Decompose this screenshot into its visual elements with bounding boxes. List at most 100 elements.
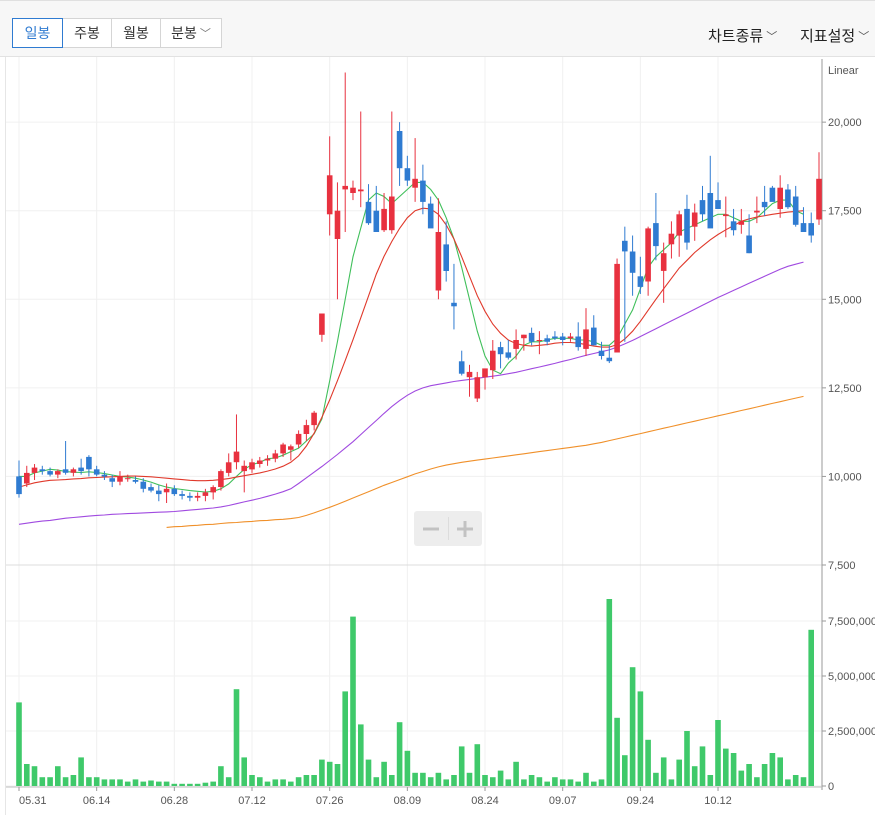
candle-body bbox=[505, 352, 512, 358]
candle-body bbox=[218, 471, 224, 487]
candle-body bbox=[458, 361, 465, 374]
candle-body bbox=[785, 189, 791, 208]
period-minute-dropdown[interactable]: 분봉 ﹀ bbox=[160, 18, 222, 48]
volume-axis-label: 0 bbox=[828, 781, 834, 793]
period-monthly-button[interactable]: 월봉 bbox=[111, 18, 161, 48]
volume-bar bbox=[70, 775, 77, 786]
candle-body bbox=[311, 412, 317, 426]
price-axis-label: 20,000 bbox=[828, 117, 862, 129]
candle-body bbox=[326, 175, 333, 215]
candle-body bbox=[598, 350, 605, 356]
candle-body bbox=[39, 469, 46, 472]
ma60-line bbox=[18, 261, 804, 525]
period-weekly-button[interactable]: 주봉 bbox=[62, 18, 112, 48]
date-axis-label: 07.26 bbox=[316, 795, 344, 807]
volume-bar bbox=[575, 781, 581, 786]
candle-body bbox=[132, 480, 139, 482]
minus-icon bbox=[422, 527, 439, 530]
candle-body bbox=[544, 338, 550, 342]
volume-bar bbox=[746, 764, 752, 786]
period-daily-button[interactable]: 일봉 bbox=[12, 18, 63, 48]
volume-bar bbox=[358, 724, 364, 786]
candle-body bbox=[31, 467, 38, 473]
chart-toolbar: 일봉 주봉 월봉 분봉 ﹀ 차트종류 ﹀ 지표설정 ﹀ bbox=[0, 0, 875, 57]
candle-body bbox=[249, 462, 255, 470]
candle-body bbox=[373, 210, 380, 232]
candle-body bbox=[738, 221, 745, 225]
period-daily-label: 일봉 bbox=[24, 25, 51, 41]
date-axis-label: 10.12 bbox=[704, 795, 732, 807]
volume-bar bbox=[513, 761, 519, 786]
scale-mode-label: Linear bbox=[828, 65, 859, 77]
indicator-settings-dropdown[interactable]: 지표설정 ﹀ bbox=[800, 25, 869, 46]
chevron-down-icon: ﹀ bbox=[199, 28, 211, 40]
zoom-out-button[interactable] bbox=[414, 511, 448, 546]
candle-body bbox=[513, 340, 519, 349]
volume-bar bbox=[699, 746, 706, 786]
chart-area[interactable]: Linear 7,500 10,000 12,500 15,000 17,500 20,00… bbox=[5, 57, 875, 815]
chart-type-dropdown[interactable]: 차트종류 ﹀ bbox=[708, 25, 777, 46]
zoom-control bbox=[414, 511, 482, 546]
volume-bar bbox=[124, 781, 131, 786]
volume-bar bbox=[567, 779, 574, 786]
candle-body bbox=[528, 332, 535, 342]
volume-bar bbox=[295, 777, 302, 786]
volume-bar bbox=[389, 775, 395, 786]
volume-bar bbox=[435, 772, 442, 786]
candle-body bbox=[420, 180, 426, 202]
candle-body bbox=[645, 228, 651, 282]
price-axis-label: 10,000 bbox=[828, 471, 862, 483]
candle-body bbox=[365, 201, 372, 224]
zoom-in-button[interactable] bbox=[449, 511, 483, 546]
volume-bar bbox=[311, 775, 317, 786]
candle-body bbox=[591, 327, 597, 346]
candle-body bbox=[808, 223, 814, 236]
volume-bar bbox=[754, 777, 760, 786]
candle-body bbox=[225, 462, 232, 473]
candle-body bbox=[451, 302, 457, 307]
candle-body bbox=[575, 336, 581, 348]
candle-body bbox=[552, 336, 558, 339]
volume-bar bbox=[342, 691, 348, 786]
candle-body bbox=[264, 458, 271, 461]
candle-body bbox=[769, 187, 776, 202]
candle-body bbox=[676, 214, 682, 236]
volume-bar bbox=[55, 766, 61, 786]
candle-body bbox=[792, 196, 799, 225]
volume-bar bbox=[637, 691, 644, 786]
volume-bar bbox=[707, 775, 714, 786]
volume-bar bbox=[280, 779, 286, 786]
volume-bar bbox=[171, 783, 178, 786]
volume-bar bbox=[598, 779, 605, 786]
candle-body bbox=[319, 313, 325, 335]
chevron-down-icon: ﹀ bbox=[858, 30, 870, 43]
volume-bar bbox=[676, 759, 682, 786]
volume-bar bbox=[319, 759, 325, 786]
candle-body bbox=[171, 488, 178, 495]
plus-icon bbox=[457, 520, 474, 537]
candle-body bbox=[427, 203, 434, 229]
volume-bar bbox=[233, 689, 240, 786]
volume-bar bbox=[39, 777, 46, 786]
date-axis-label: 05.31 bbox=[19, 795, 47, 807]
candle-body bbox=[16, 476, 22, 495]
volume-bar bbox=[148, 780, 154, 786]
candle-body bbox=[746, 235, 752, 254]
volume-bar bbox=[606, 599, 613, 786]
volume-bar bbox=[536, 777, 543, 786]
volume-bar bbox=[47, 777, 53, 786]
candle-body bbox=[443, 244, 449, 271]
candle-body bbox=[614, 263, 620, 353]
volume-bar bbox=[117, 779, 123, 786]
candle-body bbox=[536, 340, 543, 341]
volume-bar bbox=[738, 770, 745, 786]
candle-body bbox=[637, 276, 644, 287]
candle-body bbox=[280, 444, 286, 454]
date-axis-label: 09.24 bbox=[627, 795, 655, 807]
volume-bar bbox=[404, 750, 411, 786]
volume-bar bbox=[272, 779, 279, 786]
volume-bar bbox=[218, 766, 224, 786]
volume-bar bbox=[420, 772, 426, 786]
candle-body bbox=[303, 425, 310, 434]
indicator-settings-label: 지표설정 bbox=[800, 28, 856, 45]
